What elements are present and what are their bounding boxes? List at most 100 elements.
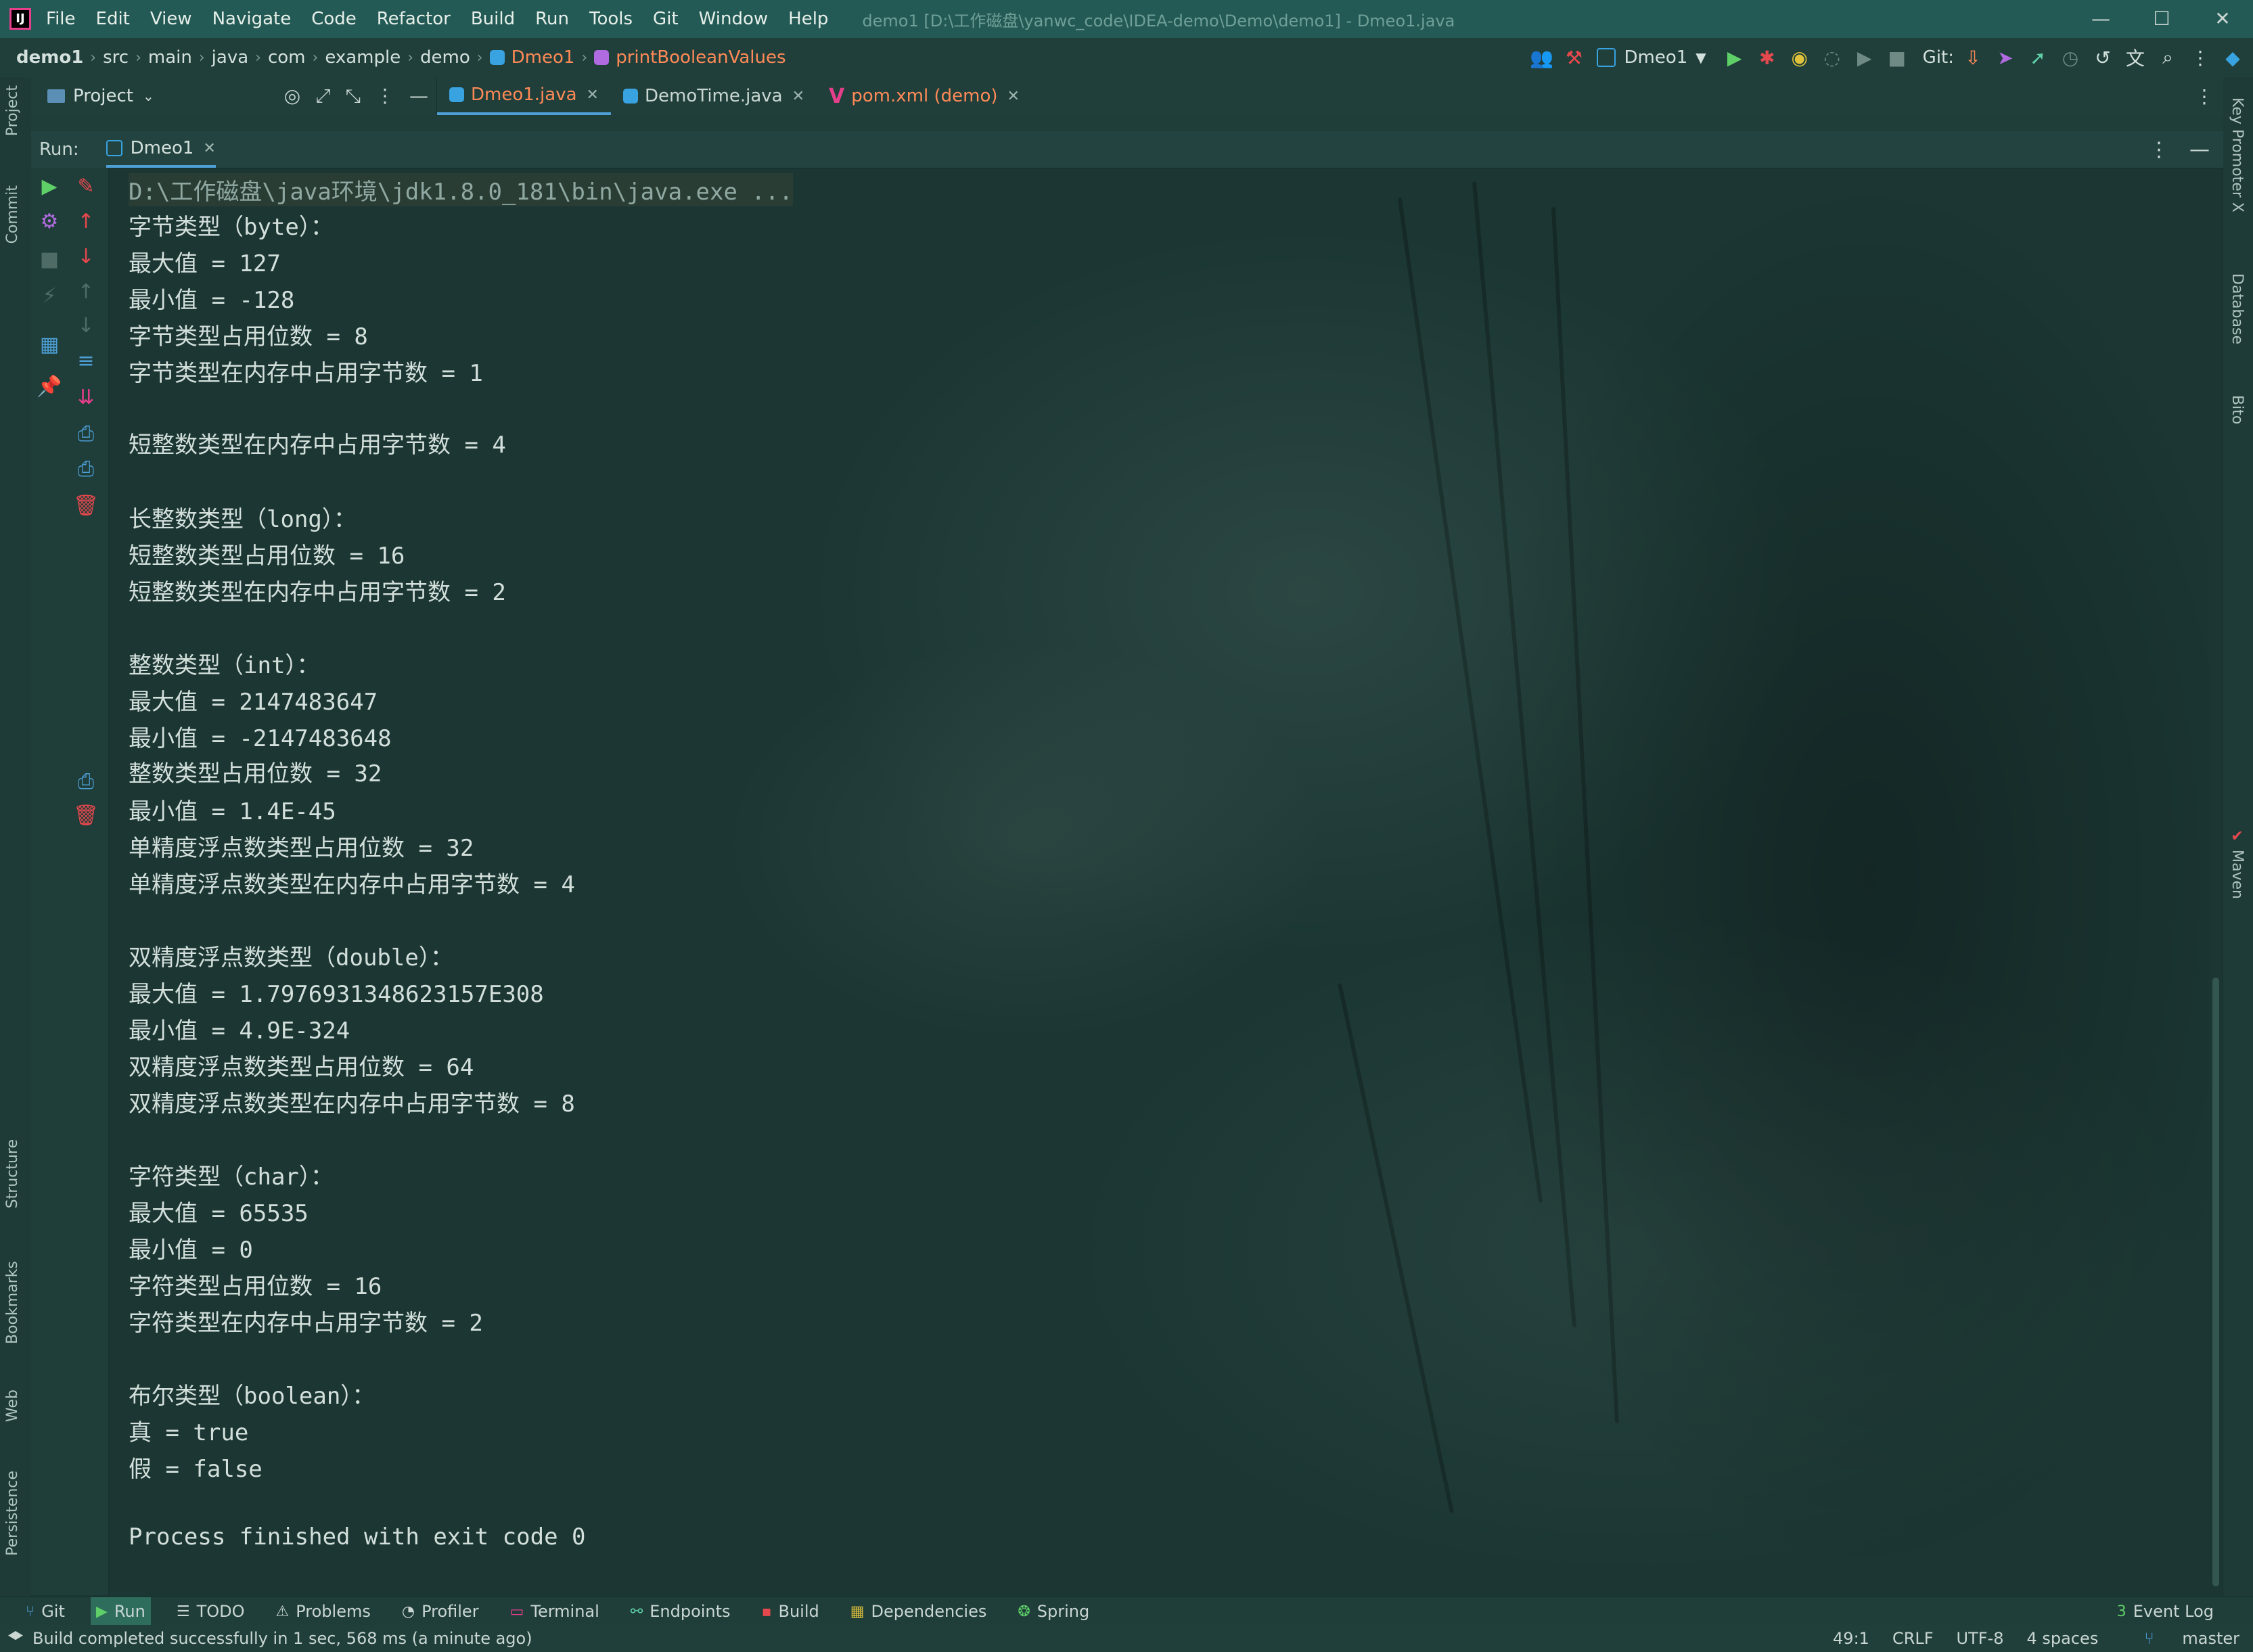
dump-threads-icon[interactable]: ⚡ [31, 284, 68, 308]
bookmarks-tool-button[interactable]: Bookmarks [4, 1261, 21, 1344]
event-log-button[interactable]: 3 Event Log [2112, 1597, 2219, 1626]
pin-icon[interactable]: 📌 [31, 375, 68, 398]
bito-tool-button[interactable]: Bito [2229, 395, 2246, 424]
menu-file[interactable]: File [46, 9, 76, 29]
status-message[interactable]: Build completed successfully in 1 sec, 5… [8, 1629, 532, 1648]
file-encoding[interactable]: UTF-8 [1957, 1629, 2004, 1648]
history-icon[interactable]: ◷ [2057, 44, 2084, 71]
down-trace-icon[interactable]: ↓ [68, 314, 104, 338]
settings-icon[interactable]: ⚙ [31, 210, 68, 233]
menu-edit[interactable]: Edit [96, 9, 130, 29]
tool-endpoints[interactable]: ⚯ Endpoints [625, 1597, 736, 1626]
soft-wrap-icon[interactable]: ≡ [68, 349, 104, 373]
tool-git[interactable]: ⑂ Git [20, 1597, 70, 1626]
structure-tool-button[interactable]: Structure [4, 1139, 21, 1208]
tool-run[interactable]: ▶ Run [90, 1597, 151, 1626]
git-update-icon[interactable]: ⇩ [1959, 44, 1986, 71]
git-commit-icon[interactable]: ➤ [1992, 44, 2019, 71]
tool-dependencies[interactable]: ▦ Dependencies [845, 1597, 993, 1626]
hide-icon[interactable]: — [409, 85, 428, 108]
console-scrollbar[interactable] [2212, 978, 2219, 1586]
trash-icon[interactable]: 🗑 [68, 804, 104, 827]
expand-all-icon[interactable]: ⤢ [315, 85, 330, 108]
menu-help[interactable]: Help [788, 9, 828, 29]
tool-build[interactable]: ▪ Build [756, 1597, 825, 1626]
git-branch[interactable]: ⑂ master [2121, 1629, 2239, 1648]
run-icon[interactable]: ▶ [1721, 44, 1748, 71]
more-icon[interactable]: ⋮ [2187, 44, 2214, 71]
collapse-all-icon[interactable]: ⤡ [346, 85, 361, 108]
tool-terminal[interactable]: ▭ Terminal [505, 1597, 605, 1626]
resume-icon[interactable]: ▶ [1851, 44, 1878, 71]
close-icon[interactable]: ✕ [587, 87, 599, 104]
up-arrow-icon[interactable]: ↑ [68, 210, 104, 233]
menu-build[interactable]: Build [471, 9, 515, 29]
tab-demotime-java[interactable]: DemoTime.java ✕ [611, 77, 817, 115]
tool-profiler[interactable]: ◔ Profiler [396, 1597, 484, 1626]
stop-icon[interactable]: ■ [31, 248, 68, 271]
menu-refactor[interactable]: Refactor [377, 9, 451, 29]
profile-icon[interactable]: ◌ [1819, 44, 1846, 71]
menu-navigate[interactable]: Navigate [212, 9, 292, 29]
scroll-to-end-icon[interactable]: ⇊ [68, 386, 104, 409]
maven-tool-button[interactable]: ✔ Maven [2229, 828, 2246, 899]
breadcrumb-src[interactable]: src [103, 47, 129, 68]
clear-icon[interactable]: ✎ [68, 175, 104, 198]
locate-icon[interactable]: ◎ [284, 85, 300, 108]
minimize-button[interactable]: — [2070, 0, 2131, 38]
caret-position[interactable]: 49:1 [1833, 1629, 1869, 1648]
commit-tool-button[interactable]: Commit [4, 185, 21, 244]
database-tool-button[interactable]: Database [2229, 273, 2246, 344]
menu-run[interactable]: Run [535, 9, 569, 29]
run-config-selector[interactable]: Dmeo1 ▼ [1597, 47, 1706, 68]
git-push-icon[interactable]: ➚ [2024, 44, 2051, 71]
print-icon[interactable]: ⎙ [68, 422, 104, 446]
key-promoter-tool-button[interactable]: Key Promoter X [2229, 97, 2246, 212]
breadcrumb-method[interactable]: printBooleanValues [594, 47, 786, 68]
line-separator[interactable]: CRLF [1892, 1629, 1934, 1648]
chevron-down-icon[interactable]: ⌄ [143, 88, 154, 104]
breadcrumb-java[interactable]: java [212, 47, 248, 68]
users-icon[interactable]: 👥 [1528, 44, 1555, 71]
breadcrumb-main[interactable]: main [148, 47, 192, 68]
menu-code[interactable]: Code [311, 9, 357, 29]
build-hammer-icon[interactable]: ⚒ [1560, 44, 1587, 71]
debug-icon[interactable]: ✱ [1754, 44, 1781, 71]
persistence-tool-button[interactable]: Persistence [4, 1471, 21, 1556]
breadcrumb-example[interactable]: example [325, 47, 401, 68]
tool-problems[interactable]: ⚠ Problems [271, 1597, 376, 1626]
print-icon[interactable]: ⎙ [68, 457, 104, 481]
project-tool-button[interactable]: Project [4, 85, 21, 136]
run-tab-dmeo1[interactable]: Dmeo1 ✕ [106, 131, 216, 168]
close-icon[interactable]: ✕ [203, 140, 215, 157]
project-panel-title[interactable]: Project [73, 86, 133, 106]
tab-dmeo1-java[interactable]: Dmeo1.java ✕ [437, 77, 611, 115]
rerun-icon[interactable]: ▶ [31, 175, 68, 198]
rollback-icon[interactable]: ↺ [2089, 44, 2116, 71]
stop-icon[interactable]: ■ [1884, 44, 1911, 71]
close-icon[interactable]: ✕ [1007, 88, 1020, 105]
tab-options-icon[interactable]: ⋮ [2195, 85, 2214, 108]
menu-tools[interactable]: Tools [589, 9, 633, 29]
options-icon[interactable]: ⋮ [376, 85, 394, 108]
options-icon[interactable]: ⋮ [2149, 138, 2169, 162]
tool-spring[interactable]: ❂ Spring [1012, 1597, 1095, 1626]
tool-todo[interactable]: ☰ TODO [171, 1597, 250, 1626]
down-arrow-icon[interactable]: ↓ [68, 245, 104, 269]
breadcrumb-class[interactable]: Dmeo1 [489, 47, 574, 68]
search-icon[interactable]: ⌕ [2154, 44, 2181, 71]
layout-icon[interactable]: ▦ [31, 333, 68, 357]
close-window-button[interactable]: ✕ [2192, 0, 2253, 38]
web-tool-button[interactable]: Web [4, 1390, 21, 1422]
menu-window[interactable]: Window [699, 9, 769, 29]
print-icon[interactable]: ⎙ [68, 770, 104, 794]
tab-pom-xml[interactable]: Vpom.xml (demo) ✕ [817, 77, 1032, 115]
translate-icon[interactable]: 文 [2122, 44, 2149, 71]
breadcrumb-project[interactable]: demo1 [16, 47, 83, 68]
indent-setting[interactable]: 4 spaces [2027, 1629, 2099, 1648]
menu-git[interactable]: Git [653, 9, 679, 29]
close-icon[interactable]: ✕ [792, 88, 804, 105]
hide-icon[interactable]: — [2189, 138, 2210, 162]
trash-icon[interactable]: 🗑 [68, 494, 104, 518]
up-trace-icon[interactable]: ↑ [68, 280, 104, 304]
